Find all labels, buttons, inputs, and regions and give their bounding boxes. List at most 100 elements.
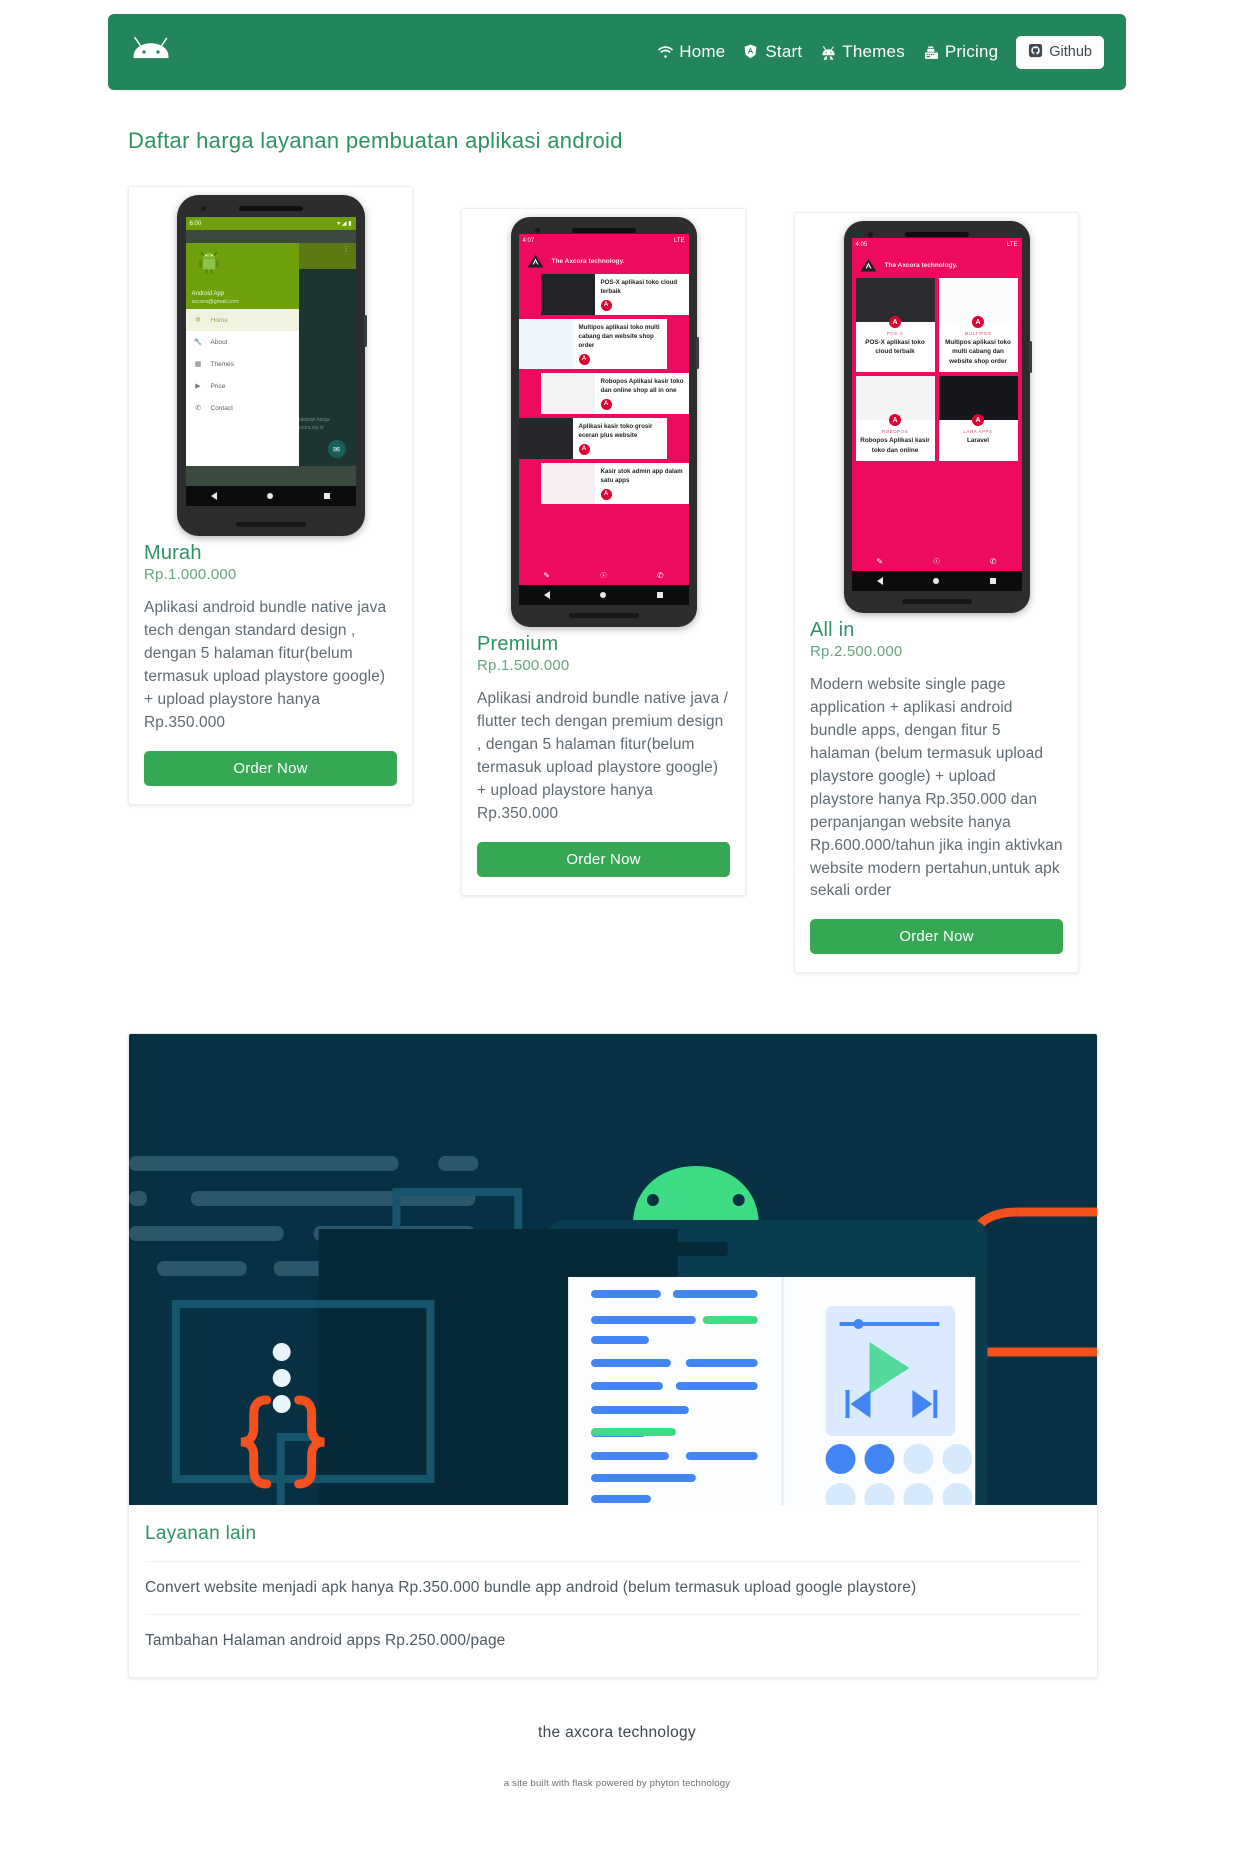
nav-link-start[interactable]: Start [743, 42, 802, 62]
home-icon: ✻ [195, 317, 201, 324]
nav-link-pricing[interactable]: Pricing [923, 42, 998, 62]
navbar-container: Home Start Themes Pricing Github [0, 0, 1234, 90]
grid-card-image: A [855, 278, 935, 328]
list-item-title: Robopos Aplikasi kasir toko dan online s… [600, 377, 684, 394]
drawer-header: Android App axcora@gmail.com [185, 243, 299, 309]
drawer-item-price-label: Price [210, 382, 226, 390]
phone-chin [568, 613, 639, 618]
pricing-cards: 6:00 ▾ ◢ ▮ ⋮ Halaman harga axcora.my.id … [0, 154, 1234, 974]
info-tab-icon[interactable]: ☉ [600, 571, 607, 580]
android-head-icon [820, 44, 837, 61]
phone-screen: 4:07 LTE The Axcora technology. POS-X ap… [518, 234, 689, 605]
status-icons: ▾ ◢ ▮ [337, 221, 352, 227]
list-item-title: Aplikasi kasir toko grosir eceran plus w… [578, 422, 653, 439]
home-circle-icon[interactable] [933, 578, 940, 584]
github-button-label: Github [1049, 44, 1092, 60]
list-item-text: Robopos Aplikasi kasir toko dan online s… [595, 373, 689, 414]
app-brand-bar: The Axcora technology. [852, 251, 1022, 278]
other-services-title: Layanan lain [145, 1523, 257, 1545]
grid-card[interactable]: A MULTIPOS Multipos aplikasi toko multi … [938, 278, 1018, 373]
grid-card-title: POS-X aplikasi toko cloud terbaik [865, 339, 925, 356]
list-item[interactable]: Aplikasi kasir toko grosir eceran plus w… [518, 417, 667, 459]
edit-tab-icon[interactable]: ✎ [876, 557, 883, 566]
list-item-title: Multipos aplikasi toko multi cabang dan … [578, 323, 660, 349]
phone-camera-icon [200, 206, 206, 211]
info-tab-icon[interactable]: ☉ [933, 557, 940, 566]
angular-shield-icon [743, 44, 760, 61]
drawer-item-themes[interactable]: ▦ Themes [186, 353, 299, 375]
home-circle-icon[interactable] [600, 592, 607, 598]
drawer-item-contact[interactable]: ✆ Contact [186, 397, 299, 419]
list-item[interactable]: POS-X aplikasi toko cloud terbaik A [540, 274, 689, 315]
home-circle-icon[interactable] [267, 493, 274, 499]
angular-badge-icon: A [600, 299, 612, 311]
recents-icon[interactable] [657, 592, 664, 598]
cash-register-icon [923, 44, 940, 61]
grid-card-title: Laravel [966, 437, 990, 445]
app-content [292, 269, 356, 466]
list-item-text: Aplikasi kasir toko grosir eceran plus w… [573, 418, 667, 459]
order-now-button-murah[interactable]: Order Now [144, 750, 397, 786]
phone-side-button [363, 315, 367, 347]
list-item[interactable]: Multipos aplikasi toko multi cabang dan … [518, 318, 667, 369]
nav-link-home[interactable]: Home [657, 42, 725, 62]
pricing-card-premium: 4:07 LTE The Axcora technology. POS-X ap… [461, 208, 746, 896]
drawer-screen: ⋮ Halaman harga axcora.my.id ✉ Android A… [185, 230, 356, 486]
grid-card[interactable]: A ROBOPOS Robopos Aplikasi kasir toko da… [855, 376, 935, 462]
drawer-item-home-label: Home [210, 316, 228, 324]
android-robot-icon [198, 251, 219, 274]
list-item[interactable]: Robopos Aplikasi kasir toko dan online s… [540, 372, 689, 414]
axcora-logo-icon [860, 259, 876, 272]
call-tab-icon[interactable]: ✆ [657, 571, 664, 580]
nav-link-themes[interactable]: Themes [820, 42, 905, 62]
brand-logo-link[interactable] [130, 35, 172, 69]
card-body: Murah Rp.1.000.000 Aplikasi android bund… [129, 542, 412, 786]
list-item-thumb [540, 372, 595, 414]
other-services-row: Tambahan Halaman android apps Rp.250.000… [145, 1614, 1081, 1667]
drawer-item-home[interactable]: ✻ Home [185, 309, 299, 331]
order-now-button-premium[interactable]: Order Now [477, 841, 730, 877]
list-item[interactable]: Kasir stok admin app dalam satu apps A [540, 462, 689, 504]
status-time: 4:07 [522, 237, 535, 244]
plan-price: Rp.1.500.000 [477, 657, 570, 674]
call-tab-icon[interactable]: ✆ [990, 557, 997, 566]
status-time: 6:00 [189, 220, 202, 227]
phone-mockup-all-in: 4:05 LTE The Axcora technology. A POS-X … [795, 213, 1078, 619]
back-icon[interactable] [210, 492, 217, 500]
list-item-thumb [518, 318, 573, 369]
grid-screen: The Axcora technology. A POS-X POS-X apl… [851, 251, 1022, 551]
card-grid: A POS-X POS-X aplikasi toko cloud terbai… [852, 278, 1022, 462]
github-button[interactable]: Github [1016, 35, 1104, 69]
phone-screen: 4:05 LTE The Axcora technology. A POS-X … [851, 238, 1022, 591]
phone-speaker [238, 206, 303, 211]
phone-camera-icon [867, 232, 873, 237]
overflow-menu-icon[interactable]: ⋮ [343, 246, 350, 253]
recents-icon[interactable] [324, 493, 331, 499]
plan-price: Rp.1.000.000 [144, 566, 237, 583]
back-icon[interactable] [876, 577, 883, 585]
phone-frame: 4:07 LTE The Axcora technology. POS-X ap… [510, 217, 699, 627]
status-time: 4:05 [855, 241, 868, 248]
phone-frame: 6:00 ▾ ◢ ▮ ⋮ Halaman harga axcora.my.id … [176, 195, 367, 536]
angular-badge-icon: A [578, 443, 590, 455]
recents-icon[interactable] [990, 578, 997, 584]
edit-tab-icon[interactable]: ✎ [543, 571, 550, 580]
mail-fab-icon[interactable]: ✉ [327, 440, 346, 458]
android-nav-bar [851, 571, 1022, 591]
plan-name: Murah [144, 542, 202, 564]
nav-link-themes-label: Themes [842, 42, 905, 61]
phone-icon: ✆ [195, 405, 201, 412]
app-content-text: Halaman harga axcora.my.id [295, 417, 330, 431]
plan-name: All in [810, 619, 855, 641]
phone-chin [235, 522, 306, 527]
grid-card[interactable]: A POS-X POS-X aplikasi toko cloud terbai… [855, 278, 935, 373]
grid-card-image: A [938, 278, 1018, 328]
drawer-item-price[interactable]: ▶ Price [186, 375, 299, 397]
back-icon[interactable] [543, 591, 550, 599]
order-now-button-all-in[interactable]: Order Now [810, 919, 1063, 955]
grid-card[interactable]: A LARA APPS Laravel [938, 376, 1018, 462]
other-services-card: Layanan lain Convert website menjadi apk… [128, 1033, 1098, 1679]
drawer-item-about[interactable]: 🔧 About [186, 331, 299, 353]
list-item-thumb [540, 274, 595, 315]
app-brand-label: The Axcora technology. [551, 257, 625, 265]
